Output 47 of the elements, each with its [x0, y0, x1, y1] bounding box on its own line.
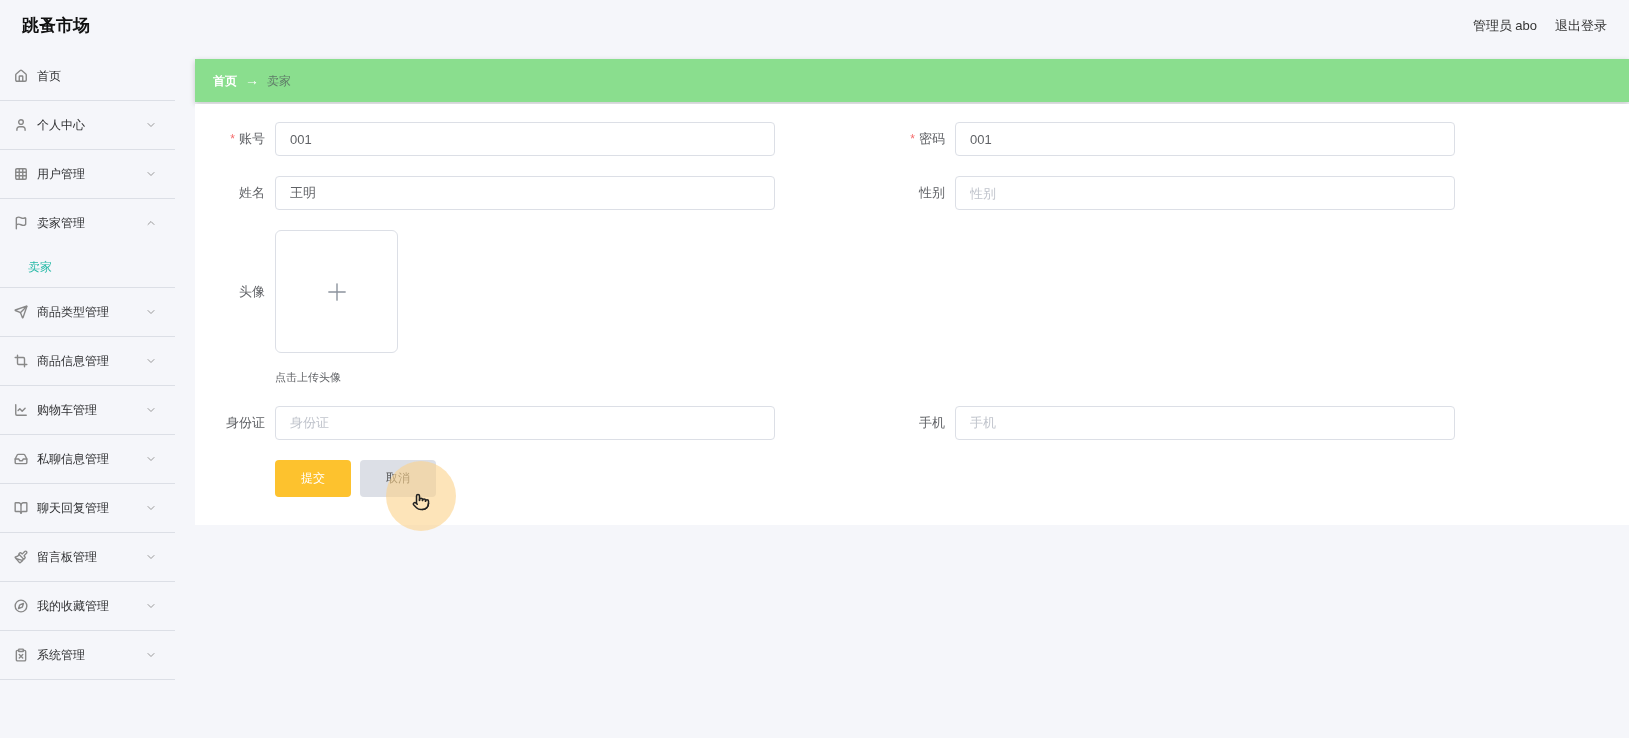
- text-field[interactable]: 手机: [955, 405, 1455, 440]
- app-title: 跳蚤市场: [22, 15, 90, 38]
- text-field[interactable]: 001: [275, 122, 775, 156]
- field-label: 头像: [238, 282, 266, 301]
- sidebar-item[interactable]: 我的收藏管理: [0, 582, 175, 630]
- text-field[interactable]: 身份证: [275, 405, 775, 440]
- sidebar-item[interactable]: 用户管理: [0, 150, 175, 198]
- required-mark: *: [910, 131, 915, 148]
- text-field[interactable]: 王明: [275, 176, 775, 210]
- crop-icon: [14, 354, 28, 368]
- avatar-upload[interactable]: [275, 230, 398, 353]
- sidebar-item[interactable]: 首页: [0, 52, 175, 100]
- text-field[interactable]: 性别: [955, 176, 1455, 210]
- field-label: 姓名: [239, 184, 265, 203]
- compass-icon: [14, 599, 28, 613]
- breadcrumb-separator: →: [245, 71, 259, 90]
- sidebar-item[interactable]: 私聊信息管理: [0, 435, 175, 483]
- sidebar-item[interactable]: 购物车管理: [0, 386, 175, 434]
- field-label: 手机: [919, 413, 945, 432]
- sidebar-item[interactable]: 系统管理: [0, 631, 175, 679]
- required-mark: *: [230, 131, 235, 148]
- field-label: 密码: [919, 130, 945, 149]
- brush-icon: [14, 550, 28, 564]
- logout-link[interactable]: 退出登录: [1555, 16, 1607, 36]
- sidebar-item[interactable]: 留言板管理: [0, 533, 175, 581]
- user-icon: [14, 118, 28, 132]
- tray-icon: [14, 452, 28, 466]
- sidebar-item[interactable]: 个人中心: [0, 101, 175, 149]
- user-name: 管理员 abo: [1472, 17, 1537, 36]
- sidebar-item[interactable]: 聊天回复管理: [0, 484, 175, 532]
- text-field[interactable]: 001: [955, 122, 1455, 156]
- navigation-arrow-icon: [14, 305, 28, 319]
- sidebar-item[interactable]: 卖家管理: [0, 199, 175, 247]
- upload-hint: 点击上传头像: [275, 370, 342, 385]
- hand-cursor-icon: [412, 493, 430, 511]
- field-label: 性别: [919, 184, 945, 203]
- home-icon: [14, 69, 28, 83]
- cancel-button[interactable]: 取消: [360, 459, 436, 497]
- sidebar-item[interactable]: 商品类型管理: [0, 288, 175, 336]
- book-icon: [14, 501, 28, 515]
- line-chart-icon: [14, 403, 28, 417]
- sidebar-item[interactable]: 商品信息管理: [0, 337, 175, 385]
- field-label: 身份证: [226, 413, 265, 432]
- grid-icon: [14, 167, 28, 181]
- field-label: 账号: [239, 130, 265, 149]
- flag-icon: [14, 216, 28, 230]
- clipboard-icon: [14, 648, 28, 662]
